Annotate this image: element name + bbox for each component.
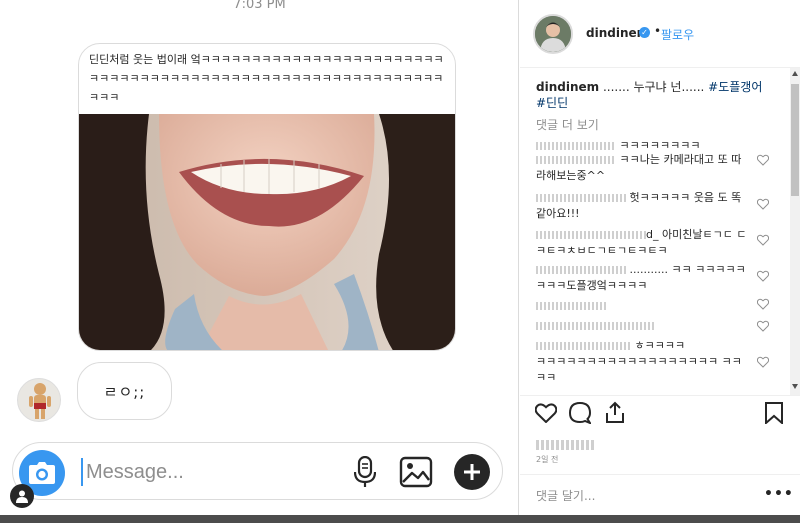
- add-comment-input[interactable]: 댓글 달기...: [536, 487, 595, 504]
- heart-icon[interactable]: [757, 270, 769, 282]
- scroll-down-icon[interactable]: [792, 384, 798, 389]
- heart-icon[interactable]: [535, 403, 557, 423]
- author-avatar[interactable]: [533, 14, 573, 54]
- face-photo: [79, 114, 455, 350]
- window-bottom-edge: [0, 515, 800, 523]
- voice-button[interactable]: [351, 456, 379, 488]
- caption-username[interactable]: dindinem: [536, 80, 599, 94]
- shared-post-photo[interactable]: [79, 114, 455, 350]
- post-panel: dindinem ✓ • 팔로우 dindinem ....... 누구냐 넌.…: [520, 0, 800, 515]
- received-message-bubble[interactable]: ㄹㅇ;;: [77, 362, 172, 420]
- person-photo: [535, 16, 571, 52]
- comment-text: ㅎㅋㅋㅋㅋ: [634, 339, 686, 352]
- screen: 7:03 PM 딘딘처럼 웃는 법이래 엌ㅋㅋㅋㅋㅋㅋㅋㅋㅋㅋㅋㅋㅋㅋㅋㅋㅋㅋㅋ…: [0, 0, 800, 523]
- redacted-username: [536, 194, 626, 202]
- comment-text: ㅋㅋㅋㅋㅋㅋㅋㅋㅋㅋㅋㅋㅋㅋㅋㅋㅋㅋ ㅋㅋㅋㅋ: [536, 355, 742, 384]
- more-actions-button[interactable]: [454, 454, 490, 490]
- message-input[interactable]: [81, 458, 331, 486]
- more-options-icon[interactable]: •••: [764, 486, 794, 502]
- message-timestamp: 7:03 PM: [233, 0, 286, 12]
- message-composer: [12, 442, 503, 500]
- camera-icon: [29, 462, 55, 484]
- redacted-username: [536, 231, 646, 239]
- share-icon[interactable]: [604, 401, 626, 423]
- comment-item: ㅋㅋ나는 카메라대고 또 따라해보는중^^: [536, 152, 751, 184]
- comment-item: ........... ㅋㅋ ㅋㅋㅋㅋㅋㅋㅋㅋ도플갱엌ㅋㅋㅋㅋ: [536, 262, 751, 294]
- heart-icon[interactable]: [757, 198, 769, 210]
- sender-avatar[interactable]: [17, 378, 61, 422]
- comment-text: ㅋㅋㅋㅋㅋㅋㅋㅋ: [619, 139, 701, 152]
- figure-icon: [29, 383, 51, 419]
- shared-post-card[interactable]: 딘딘처럼 웃는 법이래 엌ㅋㅋㅋㅋㅋㅋㅋㅋㅋㅋㅋㅋㅋㅋㅋㅋㅋㅋㅋㅋㅋㅋㅋㅋㅋㅋㅋ…: [78, 43, 456, 351]
- microphone-icon: [354, 456, 376, 487]
- scrollbar-thumb[interactable]: [791, 84, 799, 196]
- user-icon: [16, 490, 28, 503]
- bookmark-icon[interactable]: [765, 402, 783, 424]
- post-actions: [520, 395, 800, 435]
- scroll-up-icon[interactable]: [792, 71, 798, 76]
- dm-thread: 7:03 PM 딘딘처럼 웃는 법이래 엌ㅋㅋㅋㅋㅋㅋㅋㅋㅋㅋㅋㅋㅋㅋㅋㅋㅋㅋㅋ…: [0, 0, 519, 515]
- comment-item: 헛ㅋㅋㅋㅋㅋ 웃음 도 똑같아요!!!: [536, 190, 751, 222]
- post-header: dindinem ✓ • 팔로우: [520, 0, 800, 68]
- heart-icon[interactable]: [757, 154, 769, 166]
- redacted-username: [536, 342, 631, 350]
- comment-item: [536, 318, 776, 334]
- load-more-comments[interactable]: 댓글 더 보기: [536, 116, 599, 133]
- add-comment-bar: 댓글 달기... •••: [520, 474, 800, 515]
- heart-icon[interactable]: [757, 234, 769, 246]
- redacted-likes: [536, 440, 596, 450]
- caption-text: ....... 누구냐 넌......: [599, 80, 709, 94]
- shared-post-text: 딘딘처럼 웃는 법이래 엌ㅋㅋㅋㅋㅋㅋㅋㅋㅋㅋㅋㅋㅋㅋㅋㅋㅋㅋㅋㅋㅋㅋㅋㅋㅋㅋㅋ…: [89, 53, 444, 104]
- comment-item: ㅋㅋㅋㅋㅋㅋㅋㅋㅋㅋㅋㅋㅋㅋㅋㅋㅋㅋ ㅋㅋㅋㅋ: [536, 354, 751, 386]
- redacted-username: [536, 156, 616, 164]
- plus-icon: [464, 464, 480, 480]
- follow-button[interactable]: 팔로우: [661, 26, 694, 43]
- redacted-username: [536, 322, 656, 330]
- gallery-icon: [399, 456, 433, 488]
- comment-icon[interactable]: [569, 402, 591, 424]
- comment-item: [536, 298, 776, 314]
- verified-icon: ✓: [639, 27, 650, 38]
- heart-icon[interactable]: [757, 356, 769, 368]
- comments-scrollbar[interactable]: [790, 68, 800, 395]
- heart-icon[interactable]: [757, 320, 769, 332]
- post-date: 2일 전: [536, 455, 559, 464]
- comment-item: d_ 아미친날ㅌㄱㄷ ㄷㅋㅌㅋㅊㅂㄷㄱㅌㄱㅌㅋㅌㅋ: [536, 227, 751, 259]
- gallery-button[interactable]: [398, 455, 434, 489]
- redacted-username: [536, 302, 606, 310]
- post-caption: dindinem ....... 누구냐 넌...... #도플갱어 #딘딘: [536, 79, 776, 111]
- redacted-username: [536, 266, 626, 274]
- comment-item: ㅎㅋㅋㅋㅋ: [536, 338, 751, 354]
- heart-icon[interactable]: [757, 298, 769, 310]
- profile-button[interactable]: [10, 484, 34, 508]
- redacted-username: [536, 142, 616, 150]
